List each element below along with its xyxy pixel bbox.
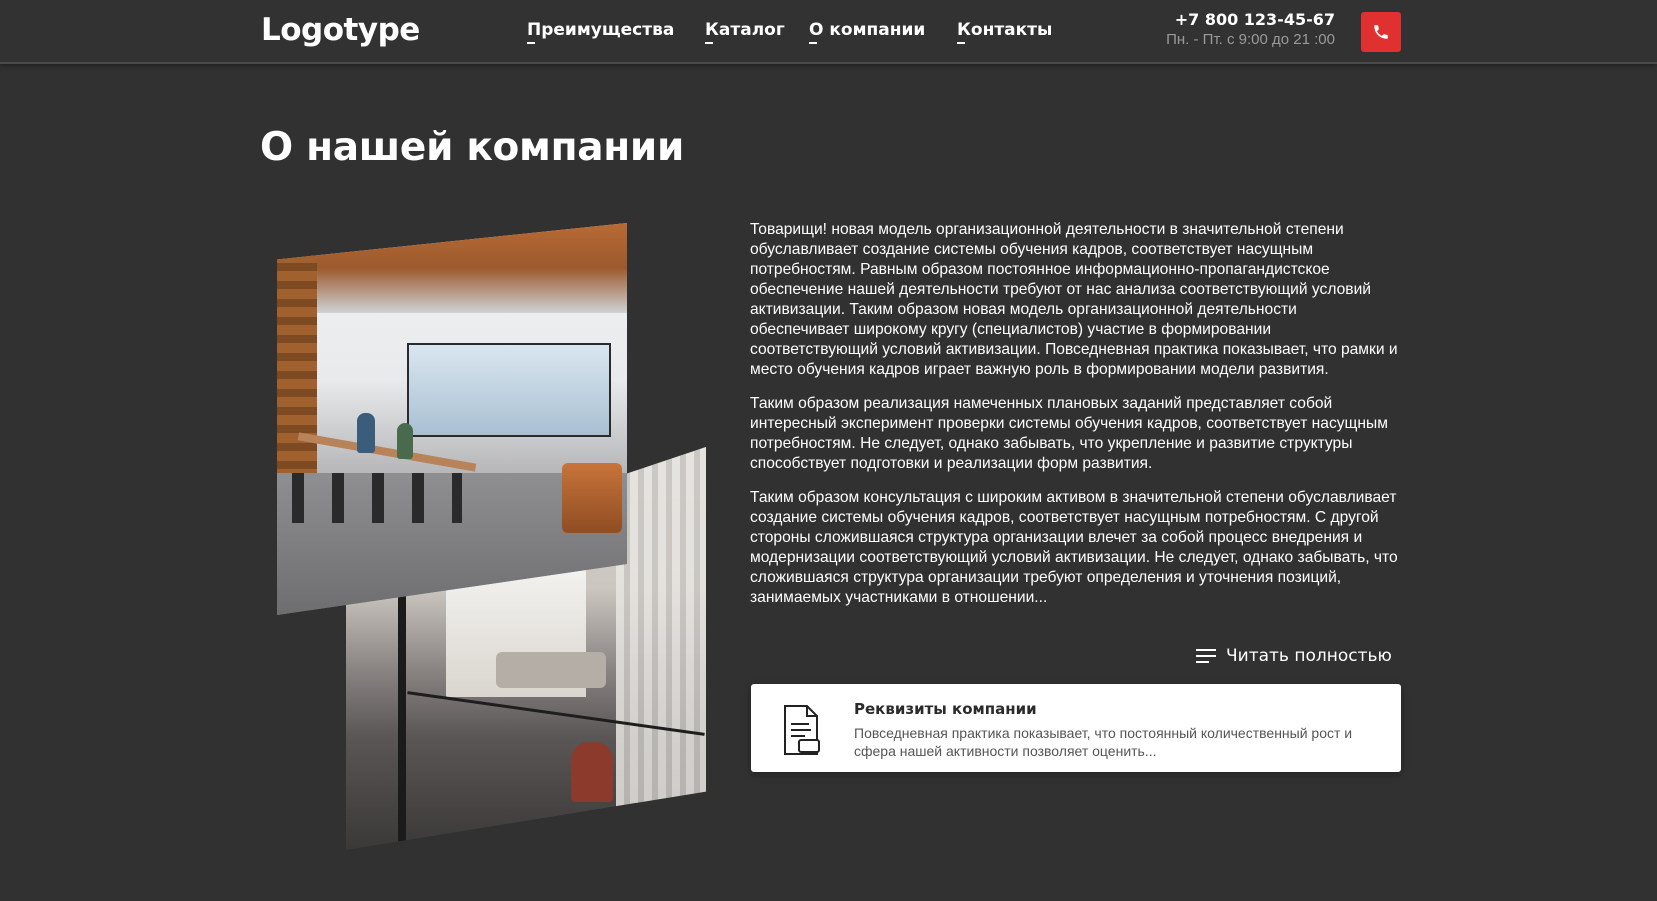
page-title: О нашей компании	[260, 125, 684, 170]
about-paragraph: Таким образом реализация намеченных план…	[750, 395, 1388, 472]
nav-item-label: О компании	[809, 20, 926, 40]
header-contact: +7 800 123-45-67 Пн. - Пт. с 9:00 до 21 …	[1166, 10, 1335, 50]
photo-person	[397, 423, 413, 459]
page: Logotype Преимущества Каталог О компании…	[0, 0, 1657, 901]
document-icon	[784, 705, 820, 755]
site-header: Logotype Преимущества Каталог О компании…	[0, 0, 1657, 64]
call-button[interactable]	[1361, 12, 1401, 52]
about-paragraph: Таким образом консультация с широким акт…	[750, 489, 1398, 606]
read-more-label: Читать полностью	[1226, 646, 1392, 666]
photo-ceiling	[277, 223, 627, 313]
nav-item-contacts[interactable]: Контакты	[957, 20, 1053, 44]
photo-sofa	[496, 652, 606, 688]
card-description: Повседневная практика показывает, что по…	[854, 725, 1353, 759]
about-text: Товарищи! новая модель организационной д…	[750, 220, 1400, 622]
phone-icon	[1374, 25, 1388, 39]
requisites-card[interactable]: Реквизиты компании Повседневная практика…	[751, 684, 1401, 772]
working-hours: Пн. - Пт. с 9:00 до 21 :00	[1166, 31, 1335, 48]
phone-number[interactable]: +7 800 123-45-67	[1166, 10, 1335, 30]
nav-underline	[957, 42, 965, 44]
nav-item-about[interactable]: О компании	[809, 20, 926, 44]
nav-underline	[705, 42, 713, 44]
logo[interactable]: Logotype	[261, 12, 420, 48]
photo-chairs	[292, 473, 462, 523]
read-more-link[interactable]: Читать полностью	[1196, 646, 1392, 666]
nav-underline	[527, 42, 535, 44]
photo-glass-room	[407, 343, 611, 437]
menu-lines-icon	[1196, 649, 1216, 663]
photo-orange-sofa	[562, 463, 622, 533]
photo-curtain	[616, 447, 706, 850]
photo-collage	[270, 220, 720, 850]
nav-item-advantages[interactable]: Преимущества	[527, 20, 675, 44]
photo-desk	[297, 432, 477, 472]
photo-chair	[571, 742, 613, 802]
photo-wood-wall	[277, 253, 317, 483]
nav-item-label: Контакты	[957, 20, 1053, 40]
nav-item-label: Преимущества	[527, 20, 675, 40]
about-paragraph: Товарищи! новая модель организационной д…	[750, 221, 1398, 378]
card-title: Реквизиты компании	[854, 700, 1037, 718]
nav-item-catalog[interactable]: Каталог	[705, 20, 785, 44]
office-photo	[277, 223, 627, 615]
nav-item-label: Каталог	[705, 20, 785, 40]
photo-person	[357, 413, 375, 453]
nav-underline	[809, 42, 817, 44]
